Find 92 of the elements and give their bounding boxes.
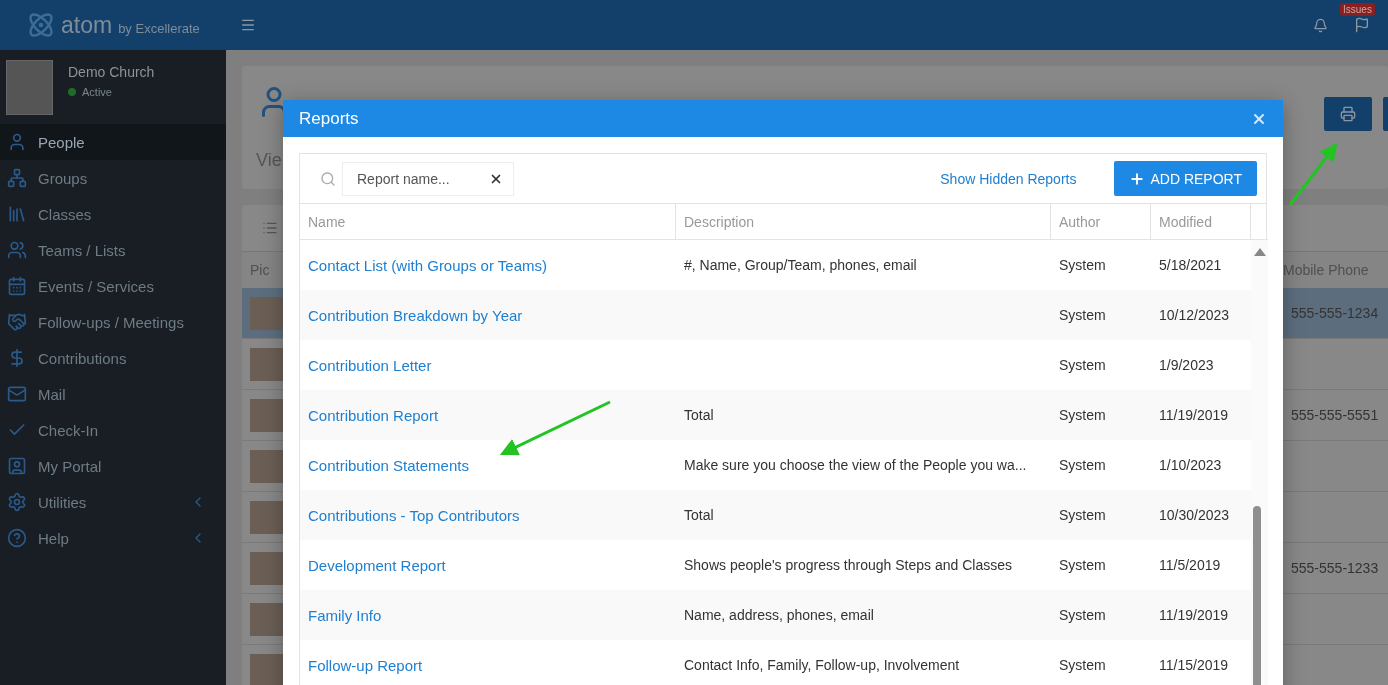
sidebar-item[interactable]: Contributions bbox=[0, 340, 226, 376]
sidebar-item[interactable]: Classes bbox=[0, 196, 226, 232]
description-cell: Shows people's progress through Steps and Classes bbox=[684, 557, 1012, 573]
account-name: Demo Church bbox=[68, 64, 155, 80]
author-cell: System bbox=[1059, 307, 1106, 323]
description-cell: Make sure you choose the view of the People you wa... bbox=[684, 457, 1027, 473]
issues-badge: Issues bbox=[1340, 3, 1375, 16]
nav-icon bbox=[6, 528, 28, 548]
author-cell: System bbox=[1059, 557, 1106, 573]
logo-text: atom bbox=[61, 11, 113, 39]
report-link[interactable]: Follow-up Report bbox=[308, 656, 423, 674]
modified-cell: 5/18/2021 bbox=[1159, 257, 1222, 273]
report-row[interactable]: Contribution Report Total System 11/19/2019 bbox=[300, 390, 1251, 440]
photo-placeholder bbox=[250, 653, 283, 685]
report-row[interactable]: Contribution Breakdown by Year System 10/12/2023 bbox=[300, 290, 1251, 340]
logo-subtitle: by Excellerate bbox=[118, 20, 200, 36]
scroll-up-icon[interactable] bbox=[1254, 248, 1266, 256]
report-link[interactable]: Family Info bbox=[308, 606, 382, 624]
description-cell: Contact Info, Family, Follow-up, Involvement bbox=[684, 657, 960, 673]
sidebar-item[interactable]: Follow-ups / Meetings bbox=[0, 304, 226, 340]
author-cell: System bbox=[1059, 257, 1106, 273]
modified-cell: 11/19/2019 bbox=[1159, 407, 1229, 423]
church-avatar bbox=[6, 60, 53, 115]
account-status: Active bbox=[82, 86, 112, 98]
photo-placeholder bbox=[250, 500, 283, 534]
nav-icon bbox=[6, 276, 28, 296]
author-cell: System bbox=[1059, 607, 1106, 623]
scrollbar[interactable] bbox=[1251, 240, 1268, 685]
author-cell: System bbox=[1059, 507, 1106, 523]
status-dot bbox=[68, 88, 76, 96]
nav-icon bbox=[6, 492, 28, 512]
sidebar-item[interactable]: Help bbox=[0, 520, 226, 556]
scrollbar-thumb[interactable] bbox=[1253, 506, 1261, 685]
photo-placeholder bbox=[250, 296, 283, 330]
report-link[interactable]: Contribution Letter bbox=[308, 356, 432, 374]
modified-cell: 1/9/2023 bbox=[1159, 357, 1214, 373]
show-hidden-link[interactable]: Show Hidden Reports bbox=[940, 170, 1077, 187]
modified-cell: 11/15/2019 bbox=[1159, 657, 1229, 673]
report-link[interactable]: Contribution Report bbox=[308, 406, 439, 424]
print-button[interactable] bbox=[1324, 97, 1372, 131]
report-row[interactable]: Family Info Name, address, phones, email System 11/19/2019 bbox=[300, 590, 1251, 640]
sidebar-item[interactable]: Check-In bbox=[0, 412, 226, 448]
author-cell: System bbox=[1059, 357, 1106, 373]
modified-cell: 1/10/2023 bbox=[1159, 457, 1222, 473]
phone-cell-text: 555-555-1234 bbox=[1291, 305, 1380, 321]
description-cell: Total bbox=[684, 507, 714, 523]
pointer-arrow bbox=[1288, 142, 1338, 206]
sidebar-item[interactable]: Mail bbox=[0, 376, 226, 412]
phone-cell-text: 555-555-1233 bbox=[1291, 560, 1380, 576]
report-link[interactable]: Development Report bbox=[308, 556, 446, 574]
search-icon bbox=[320, 170, 336, 187]
modified-cell: 11/5/2019 bbox=[1159, 557, 1221, 573]
nav-icon bbox=[6, 240, 28, 260]
report-link[interactable]: Contributions - Top Contributors bbox=[308, 506, 520, 524]
list-icon[interactable] bbox=[262, 220, 278, 236]
modified-cell: 10/12/2023 bbox=[1159, 307, 1230, 323]
nav-icon bbox=[6, 456, 28, 476]
report-link[interactable]: Contribution Breakdown by Year bbox=[308, 306, 523, 324]
bell-icon[interactable] bbox=[1313, 17, 1328, 33]
description-cell: Name, address, phones, email bbox=[684, 607, 874, 623]
nav-icon bbox=[6, 168, 28, 188]
sidebar-item[interactable]: People bbox=[0, 124, 226, 160]
photo-placeholder bbox=[250, 602, 283, 636]
author-cell: System bbox=[1059, 457, 1106, 473]
author-cell: System bbox=[1059, 407, 1106, 423]
photo-placeholder bbox=[250, 398, 283, 432]
nav-icon bbox=[6, 312, 28, 332]
menu-icon[interactable] bbox=[240, 17, 256, 33]
dialog-title: Reports bbox=[299, 108, 359, 129]
flag-icon[interactable] bbox=[1354, 17, 1370, 33]
phone-cell-text: 555-555-5551 bbox=[1291, 407, 1380, 423]
sidebar-item[interactable]: Utilities bbox=[0, 484, 226, 520]
add-report-button[interactable]: ADD REPORT bbox=[1114, 161, 1257, 196]
description-cell: #, Name, Group/Team, phones, email bbox=[684, 257, 917, 273]
search-field[interactable]: Report name... bbox=[342, 161, 514, 196]
nav-icon bbox=[6, 384, 28, 404]
photo-placeholder bbox=[250, 347, 283, 381]
photo-placeholder bbox=[250, 551, 283, 585]
sidebar-item[interactable]: My Portal bbox=[0, 448, 226, 484]
report-link[interactable]: Contribution Statements bbox=[308, 456, 469, 474]
sidebar-item[interactable]: Events / Services bbox=[0, 268, 226, 304]
printer-icon bbox=[1340, 106, 1356, 122]
sidebar-item[interactable]: Teams / Lists bbox=[0, 232, 226, 268]
atom-logo-icon bbox=[27, 11, 55, 39]
description-cell: Total bbox=[684, 407, 714, 423]
report-row[interactable]: Contributions - Top Contributors Total System 10/30/2023 bbox=[300, 490, 1251, 540]
sidebar-item[interactable]: Groups bbox=[0, 160, 226, 196]
modified-cell: 10/30/2023 bbox=[1159, 507, 1230, 523]
report-link[interactable]: Contact List (with Groups or Teams) bbox=[308, 256, 547, 274]
author-cell: System bbox=[1059, 657, 1106, 673]
photo-placeholder bbox=[250, 449, 283, 483]
modified-cell: 11/19/2019 bbox=[1159, 607, 1229, 623]
